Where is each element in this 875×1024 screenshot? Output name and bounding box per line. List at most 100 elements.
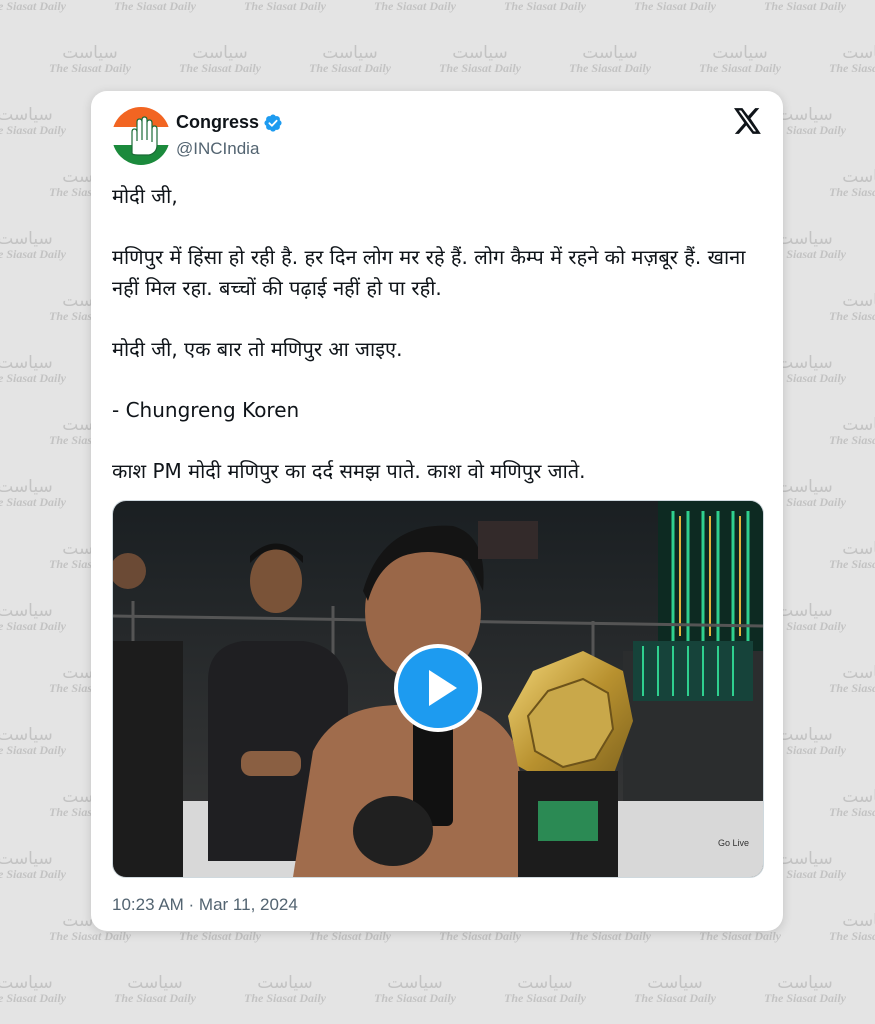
watermark-urdu: سیاست xyxy=(870,850,875,868)
watermark-english: The Siasat Daily xyxy=(698,61,781,75)
watermark-tile: سیاستThe Siasat Daily xyxy=(805,44,875,75)
watermark-urdu: سیاست xyxy=(842,539,875,559)
watermark-urdu: سیاست xyxy=(0,353,53,373)
watermark-tile: سیاستThe Siasat Daily xyxy=(480,974,610,1005)
watermark-english: The Siasat Daily xyxy=(0,619,66,633)
tweet-paragraph: - Chungreng Koren xyxy=(112,398,300,422)
watermark-english: The Siasat Daily xyxy=(828,433,875,447)
watermark-english: The Siasat Daily xyxy=(243,0,326,13)
watermark-urdu: سیاست xyxy=(842,415,875,435)
watermark-urdu: سیاست xyxy=(517,973,573,993)
watermark-english: The Siasat Daily xyxy=(0,743,66,757)
watermark-tile: سیاستThe Siasat Daily xyxy=(870,230,875,261)
x-logo-icon[interactable] xyxy=(734,108,762,134)
watermark-tile: سیاستThe Siasat Daily xyxy=(805,292,875,323)
watermark-tile: سیاستThe Siasat Daily xyxy=(0,478,90,509)
watermark-urdu: سیاست xyxy=(870,354,875,372)
watermark-urdu: سیاست xyxy=(842,911,875,931)
watermark-english: The Siasat Daily xyxy=(870,992,875,1005)
tweet-timestamp[interactable]: 10:23 AM · Mar 11, 2024 xyxy=(112,895,298,915)
watermark-urdu: سیاست xyxy=(0,849,53,869)
watermark-urdu: سیاست xyxy=(870,106,875,124)
watermark-urdu: سیاست xyxy=(0,601,53,621)
watermark-tile: سیاستThe Siasat Daily xyxy=(220,974,350,1005)
watermark-english: The Siasat Daily xyxy=(113,991,196,1005)
watermark-english: The Siasat Daily xyxy=(870,124,875,137)
watermark-urdu: سیاست xyxy=(127,973,183,993)
watermark-english: The Siasat Daily xyxy=(828,61,875,75)
author-name[interactable]: Congress xyxy=(176,112,259,133)
tweet-paragraph: काश PM मोदी मणिपुर का दर्द समझ पाते. काश… xyxy=(112,459,586,483)
watermark-english: The Siasat Daily xyxy=(870,248,875,261)
watermark-tile: سیاستThe Siasat Daily xyxy=(805,416,875,447)
watermark-tile: سیاستThe Siasat Daily xyxy=(870,850,875,881)
watermark-english: The Siasat Daily xyxy=(243,991,326,1005)
avatar[interactable] xyxy=(112,107,170,165)
watermark-urdu: سیاست xyxy=(647,973,703,993)
watermark-urdu: سیاست xyxy=(257,973,313,993)
watermark-english: The Siasat Daily xyxy=(48,929,131,943)
watermark-urdu: سیاست xyxy=(870,726,875,744)
watermark-urdu: سیاست xyxy=(0,105,53,125)
watermark-english: The Siasat Daily xyxy=(568,61,651,75)
watermark-english: The Siasat Daily xyxy=(503,991,586,1005)
watermark-tile: سیاستThe Siasat Daily xyxy=(610,974,740,1005)
watermark-english: The Siasat Daily xyxy=(308,61,391,75)
watermark-urdu: سیاست xyxy=(842,787,875,807)
watermark-english: The Siasat Daily xyxy=(373,0,456,13)
watermark-tile: سیاستThe Siasat Daily xyxy=(0,974,90,1005)
watermark-urdu: سیاست xyxy=(712,43,768,63)
author-handle[interactable]: @INCIndia xyxy=(176,139,259,159)
watermark-urdu: سیاست xyxy=(0,725,53,745)
watermark-english: The Siasat Daily xyxy=(828,557,875,571)
watermark-tile: سیاستThe Siasat Daily xyxy=(0,0,90,13)
watermark-urdu: سیاست xyxy=(870,478,875,496)
watermark-tile: سیاستThe Siasat Daily xyxy=(870,478,875,509)
watermark-tile: سیاستThe Siasat Daily xyxy=(870,106,875,137)
watermark-english: The Siasat Daily xyxy=(503,0,586,13)
watermark-english: The Siasat Daily xyxy=(0,371,66,385)
watermark-tile: سیاستThe Siasat Daily xyxy=(480,0,610,13)
watermark-english: The Siasat Daily xyxy=(870,372,875,385)
watermark-english: The Siasat Daily xyxy=(763,0,846,13)
watermark-tile: سیاستThe Siasat Daily xyxy=(415,44,545,75)
watermark-tile: سیاستThe Siasat Daily xyxy=(675,44,805,75)
verified-badge-icon xyxy=(264,114,282,132)
watermark-tile: سیاستThe Siasat Daily xyxy=(90,0,220,13)
watermark-english: The Siasat Daily xyxy=(698,929,781,943)
watermark-tile: سیاستThe Siasat Daily xyxy=(870,602,875,633)
watermark-english: The Siasat Daily xyxy=(633,0,716,13)
watermark-tile: سیاستThe Siasat Daily xyxy=(870,974,875,1005)
watermark-tile: سیاستThe Siasat Daily xyxy=(350,974,480,1005)
watermark-tile: سیاستThe Siasat Daily xyxy=(740,0,870,13)
watermark-english: The Siasat Daily xyxy=(0,495,66,509)
watermark-english: The Siasat Daily xyxy=(828,929,875,943)
watermark-english: The Siasat Daily xyxy=(48,61,131,75)
watermark-tile: سیاستThe Siasat Daily xyxy=(0,106,90,137)
watermark-english: The Siasat Daily xyxy=(178,61,261,75)
watermark-urdu: سیاست xyxy=(322,43,378,63)
watermark-english: The Siasat Daily xyxy=(828,309,875,323)
watermark-urdu: سیاست xyxy=(842,663,875,683)
watermark-english: The Siasat Daily xyxy=(633,991,716,1005)
watermark-english: The Siasat Daily xyxy=(0,123,66,137)
tweet-text: मोदी जी, मणिपुर में हिंसा हो रही है. हर … xyxy=(112,181,752,517)
watermark-tile: سیاستThe Siasat Daily xyxy=(805,168,875,199)
watermark-urdu: سیاست xyxy=(870,974,875,992)
watermark-tile: سیاستThe Siasat Daily xyxy=(0,602,90,633)
watermark-tile: سیاستThe Siasat Daily xyxy=(155,44,285,75)
watermark-english: The Siasat Daily xyxy=(178,929,261,943)
play-button[interactable] xyxy=(394,644,482,732)
watermark-tile: سیاستThe Siasat Daily xyxy=(805,664,875,695)
watermark-urdu: سیاست xyxy=(0,229,53,249)
watermark-urdu: سیاست xyxy=(0,973,53,993)
congress-hand-logo-icon xyxy=(112,107,170,165)
play-icon xyxy=(398,648,478,728)
watermark-tile: سیاستThe Siasat Daily xyxy=(350,0,480,13)
watermark-tile: سیاستThe Siasat Daily xyxy=(805,912,875,943)
video-player[interactable]: Go Live xyxy=(112,500,764,878)
watermark-urdu: سیاست xyxy=(582,43,638,63)
tweet-paragraph: मोदी जी, xyxy=(112,184,178,208)
watermark-english: The Siasat Daily xyxy=(438,929,521,943)
tweet-paragraph: मोदी जी, एक बार तो मणिपुर आ जाइए. xyxy=(112,337,403,361)
